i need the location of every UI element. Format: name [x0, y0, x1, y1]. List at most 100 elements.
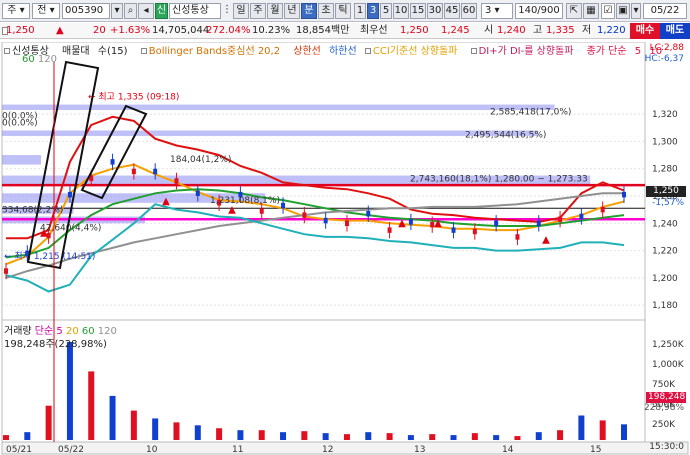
change-percent: +1.63% — [110, 25, 151, 36]
buy-button[interactable]: 매수 — [630, 23, 660, 39]
search-icon[interactable]: ⌕ — [124, 3, 137, 19]
period-day[interactable]: 일 — [233, 3, 249, 19]
period-second[interactable]: 초 — [318, 3, 334, 19]
open-label: 시 — [484, 25, 494, 36]
y-tick-label: 1,300 — [652, 137, 678, 147]
candle-body — [281, 202, 286, 209]
minute-60[interactable]: 60 — [461, 3, 477, 19]
period-month[interactable]: 월 — [267, 3, 283, 19]
minute-5[interactable]: 5 — [380, 3, 392, 19]
y-tick-label: 1,220 — [652, 247, 678, 257]
volume-bar — [429, 434, 436, 440]
type-select[interactable]: 전 ▾ — [32, 3, 60, 19]
minute-1[interactable]: 1 — [354, 3, 366, 19]
period-week[interactable]: 주 — [250, 3, 266, 19]
multiplier-select[interactable]: 3 ▾ — [481, 3, 513, 19]
profile-label: 2,495,544(16,5%) — [465, 131, 546, 141]
minute-10[interactable]: 10 — [393, 3, 409, 19]
change-badge: -1,57% — [652, 198, 684, 208]
stock-code-input[interactable]: 005390 — [62, 3, 110, 19]
period-tick[interactable]: 틱 — [335, 3, 351, 19]
x-tick-label: 12 — [322, 445, 333, 455]
volume-bar — [173, 422, 180, 440]
x-tick-label: 13 — [414, 445, 425, 455]
legend-dmi[interactable]: DI+가 DI-를 상향돌파 — [470, 46, 579, 57]
legend-bb-lower[interactable]: 하한선 — [329, 46, 357, 57]
lock-icon[interactable]: ▣ — [616, 3, 630, 19]
candle-body — [344, 220, 349, 227]
indicator-legend: 신성통상 매물대 수(15) Bollinger Bands중심선 20,2 상… — [4, 42, 672, 57]
candle-body — [622, 191, 626, 198]
profile-label: 2,585,418(17,0%) — [490, 107, 571, 117]
checkbox-icon[interactable]: ☑ — [601, 3, 615, 19]
price-chart[interactable]: 1,1801,2001,2201,2401,2601,2801,3001,320… — [0, 42, 690, 455]
volume-bar — [301, 431, 308, 440]
market-select[interactable]: 주 ▾ — [2, 3, 30, 19]
current-price: 1,250 — [6, 25, 35, 36]
volume-bar — [88, 371, 95, 440]
candle-body — [67, 191, 72, 198]
chart-toolbar: 주 ▾ 전 ▾ 005390 ▾ ⌕ ◂ 신 신성통상 ⋮ 일 주 월 년 분 … — [0, 0, 690, 22]
profile-label: 184,04(1,2%) — [170, 155, 231, 165]
x-tick-label: 14 — [502, 445, 514, 455]
buy-signal-icon: ▲ — [542, 234, 550, 245]
candle-body — [408, 219, 413, 225]
low-label: 저 — [582, 25, 592, 36]
settings-dropdown[interactable]: ▾ — [631, 3, 641, 19]
volume-bar — [365, 432, 372, 440]
buy-signal-icon: ▲ — [398, 218, 406, 229]
grid-icon[interactable]: ▦ — [583, 3, 599, 19]
price-change: 20 — [93, 25, 106, 36]
volume-bar — [216, 428, 223, 440]
volume-bar — [386, 433, 393, 440]
legend-bollinger[interactable]: Bollinger Bands중심선 20,2 — [140, 46, 285, 57]
minute-3[interactable]: 3 — [367, 3, 379, 19]
count-display: 140/900 — [515, 3, 563, 19]
date-input[interactable]: 05/22 — [643, 3, 687, 19]
low-annotation: ← 최저 1,215 (14:51) — [4, 251, 95, 262]
code-dropdown[interactable]: ▾ — [111, 3, 123, 19]
x-tick-label: 11 — [232, 445, 243, 455]
candle-body — [536, 220, 541, 227]
low-price: 1,220 — [597, 25, 626, 36]
minute-30[interactable]: 30 — [427, 3, 443, 19]
volume-ratio: 272.04% — [206, 25, 251, 36]
volume: 14,705,044 — [152, 25, 210, 36]
volume-bar — [322, 433, 329, 440]
period-minute[interactable]: 분 — [301, 3, 317, 19]
candle-body — [451, 227, 456, 233]
name-scroll-icon[interactable]: ⋮ — [222, 3, 232, 19]
legend-bb-upper[interactable]: 상한선 — [293, 46, 321, 57]
volume-bar — [24, 432, 31, 440]
legend-cci[interactable]: CCI기준선 상향돌파 — [364, 46, 463, 57]
volume-profile-bar — [2, 104, 555, 111]
sound-icon[interactable]: ◂ — [138, 3, 154, 19]
volume-tick-label: 750K — [652, 380, 676, 390]
candle-body — [131, 168, 136, 175]
volume-bar — [535, 432, 542, 440]
trade-amount: 18,854백만 — [296, 25, 350, 36]
volume-bar — [599, 420, 606, 440]
y-tick-label: 1,240 — [652, 219, 678, 229]
legend-volume-profile[interactable]: 매물대 수(15) — [62, 46, 133, 57]
candle-body — [323, 217, 328, 224]
x-tick-label: 05/22 — [58, 445, 84, 455]
volume-bar — [514, 436, 521, 440]
volume-bar — [343, 434, 350, 440]
best-ask: 1,250 — [400, 25, 429, 36]
sell-button[interactable]: 매도 — [660, 23, 690, 39]
profile-label: 2,743,160(18,1%) 1,280.00 ~ 1,273.33 — [410, 174, 588, 184]
period-year[interactable]: 년 — [284, 3, 300, 19]
open-price: 1,240 — [497, 25, 526, 36]
buy-signal-icon: ▲ — [228, 204, 236, 215]
time-label: 15:30:0 — [649, 442, 684, 452]
fullscreen-icon[interactable]: ⇱ — [566, 3, 582, 19]
y-tick-label: 1,280 — [652, 165, 678, 175]
buy-signal-icon: ▲ — [40, 228, 48, 239]
high-label: 고 — [533, 25, 543, 36]
minute-45[interactable]: 45 — [444, 3, 460, 19]
minute-15[interactable]: 15 — [410, 3, 426, 19]
last-volume-pct: 228,98% — [643, 403, 684, 413]
current-price-badge: 1,250 — [646, 186, 686, 197]
volume-bar — [280, 432, 287, 440]
